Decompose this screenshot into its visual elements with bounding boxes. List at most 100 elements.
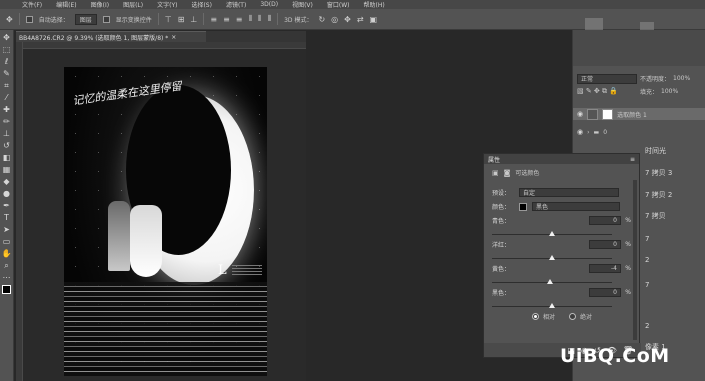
history-brush-icon[interactable]: ↺ xyxy=(3,141,10,150)
menu-window[interactable]: 窗口(W) xyxy=(327,0,350,9)
slider-value-input[interactable]: 0 xyxy=(589,288,621,297)
preset-dropdown[interactable]: 自定 xyxy=(519,188,619,197)
properties-titlebar[interactable]: 属性 ≡ xyxy=(484,154,639,164)
gradient-icon[interactable]: ▦ xyxy=(3,165,11,174)
eraser-icon[interactable]: ◧ xyxy=(3,153,11,162)
separator xyxy=(157,13,159,25)
dodge-icon[interactable]: ● xyxy=(3,189,10,198)
menu-edit[interactable]: 编辑(E) xyxy=(56,0,76,9)
shape-icon[interactable]: ▭ xyxy=(3,237,11,246)
3d-scale-icon[interactable]: ▣ xyxy=(370,15,378,24)
layer-label[interactable]: 时间光 xyxy=(645,146,666,156)
3d-drag-icon[interactable]: ✥ xyxy=(344,15,351,24)
menu-view[interactable]: 视图(V) xyxy=(292,0,313,9)
slider-knob[interactable] xyxy=(549,231,555,236)
slider-track-magenta[interactable] xyxy=(492,255,612,260)
blend-mode-dropdown[interactable]: 正常 xyxy=(577,73,637,84)
document-canvas[interactable]: 记忆的温柔在这里停留 L xyxy=(64,67,267,376)
path-select-icon[interactable]: ➤ xyxy=(3,225,10,234)
slider-knob[interactable] xyxy=(546,279,553,284)
healing-icon[interactable]: ✚ xyxy=(3,105,10,114)
slider-value-input[interactable]: 0 xyxy=(589,216,621,225)
hand-icon[interactable]: ✋ xyxy=(2,249,12,258)
zoom-icon[interactable]: ⌕ xyxy=(4,261,8,270)
close-icon[interactable]: × xyxy=(171,34,176,41)
align-top-icon[interactable]: ⊤ xyxy=(165,15,172,24)
slider-value-input[interactable]: -4 xyxy=(589,264,621,273)
eyedropper-icon[interactable]: ⁄ xyxy=(6,93,7,102)
lock-icons[interactable]: ▧ ✎ ✥ ⧉ 🔒 xyxy=(577,87,637,96)
layer-label[interactable]: 7 xyxy=(645,281,649,289)
slider-track-black[interactable] xyxy=(492,303,612,308)
radio-absolute[interactable] xyxy=(569,313,577,320)
chevron-right-icon[interactable]: › xyxy=(587,129,589,136)
layer-label[interactable]: 2 xyxy=(645,322,649,330)
distribute-right-icon[interactable]: ⦀ xyxy=(268,14,272,24)
preset-row: 预设： 自定 xyxy=(484,188,641,197)
layer-label[interactable]: 7 拷贝 xyxy=(645,211,666,221)
marquee-icon[interactable]: ⬚ xyxy=(3,45,11,54)
mask-thumb[interactable] xyxy=(602,108,614,120)
color-row: 颜色： 黑色 xyxy=(484,202,641,211)
crop-icon[interactable]: ⌗ xyxy=(4,81,9,90)
mask-icon[interactable]: ◙ xyxy=(504,169,511,177)
radio-relative[interactable] xyxy=(532,313,539,320)
move-icon[interactable]: ✥ xyxy=(3,33,10,42)
auto-select-label: 自动选择： xyxy=(38,16,69,24)
distribute-top-icon[interactable]: ≡ xyxy=(210,15,217,24)
3d-slide-icon[interactable]: ⇄ xyxy=(357,15,364,24)
color-label: 颜色： xyxy=(492,204,511,211)
show-transform-label: 显示变换控件 xyxy=(115,16,152,24)
type-icon[interactable]: T xyxy=(4,213,9,222)
menu-image[interactable]: 图像(I) xyxy=(91,0,109,9)
foreground-color-swatch[interactable] xyxy=(2,285,11,294)
auto-select-checkbox[interactable] xyxy=(25,15,33,23)
distribute-bottom-icon[interactable]: ≡ xyxy=(236,15,243,24)
opacity-value[interactable]: 100% xyxy=(673,75,690,82)
menu-layer[interactable]: 图层(L) xyxy=(123,0,143,9)
3d-roll-icon[interactable]: ◎ xyxy=(331,15,338,24)
distribute-center-icon[interactable]: ⦀ xyxy=(258,14,262,24)
layer-label[interactable]: 7 拷贝 3 xyxy=(645,168,672,178)
pen-icon[interactable]: ✒ xyxy=(3,201,10,210)
color-dropdown[interactable]: 黑色 xyxy=(532,202,620,211)
layer-label[interactable]: 7 xyxy=(645,235,649,243)
brush-icon[interactable]: ✏ xyxy=(3,117,10,126)
quick-select-icon[interactable]: ✎ xyxy=(3,69,10,78)
3d-rotate-icon[interactable]: ↻ xyxy=(318,15,325,24)
properties-scrollbar[interactable] xyxy=(633,180,637,340)
distribute-middle-icon[interactable]: ≡ xyxy=(223,15,230,24)
layer-label[interactable]: 7 拷贝 2 xyxy=(645,190,672,200)
distribute-left-icon[interactable]: ⦀ xyxy=(249,14,253,24)
blur-icon[interactable]: ◆ xyxy=(3,177,9,186)
lasso-icon[interactable]: ℓ xyxy=(5,57,8,66)
slider-value-input[interactable]: 0 xyxy=(589,240,621,249)
slider-track-cyan[interactable] xyxy=(492,231,612,236)
menu-3d[interactable]: 3D(D) xyxy=(260,1,278,8)
align-middle-icon[interactable]: ⊞ xyxy=(178,15,185,24)
auto-select-dropdown[interactable]: 图层 xyxy=(74,13,97,25)
show-transform-checkbox[interactable] xyxy=(102,15,110,23)
layer-label[interactable]: 2 xyxy=(645,256,649,264)
document-tab[interactable]: BB4A8726.CR2 @ 9.39% (选取颜色 1, 图层蒙版/8) * … xyxy=(16,31,206,42)
layer-row-group[interactable]: ◉ › ▬ 0 xyxy=(573,126,705,138)
menu-file[interactable]: 文件(F) xyxy=(22,0,42,9)
artwork-logo: L xyxy=(218,263,227,278)
slider-track-yellow[interactable] xyxy=(492,279,612,284)
menu-filter[interactable]: 滤镜(T) xyxy=(226,0,246,9)
menu-help[interactable]: 帮助(H) xyxy=(364,0,385,9)
slider-knob[interactable] xyxy=(549,255,555,260)
stamp-icon[interactable]: ⊥ xyxy=(3,129,10,138)
slider-row-yellow: 黄色： -4 % xyxy=(484,264,641,273)
panel-menu-icon[interactable]: ≡ xyxy=(630,156,635,163)
layer-row-selective-color[interactable]: ◉ 选取颜色 1 xyxy=(573,108,705,120)
fill-value[interactable]: 100% xyxy=(661,88,678,95)
more-tools-icon[interactable]: ⋯ xyxy=(3,273,11,282)
move-tool-icon[interactable]: ✥ xyxy=(6,15,13,24)
eye-icon[interactable]: ◉ xyxy=(577,110,583,118)
eye-icon[interactable]: ◉ xyxy=(577,128,583,136)
slider-knob[interactable] xyxy=(549,303,555,308)
menu-type[interactable]: 文字(Y) xyxy=(157,0,177,9)
align-bottom-icon[interactable]: ⊥ xyxy=(190,15,197,24)
menu-select[interactable]: 选择(S) xyxy=(191,0,212,9)
